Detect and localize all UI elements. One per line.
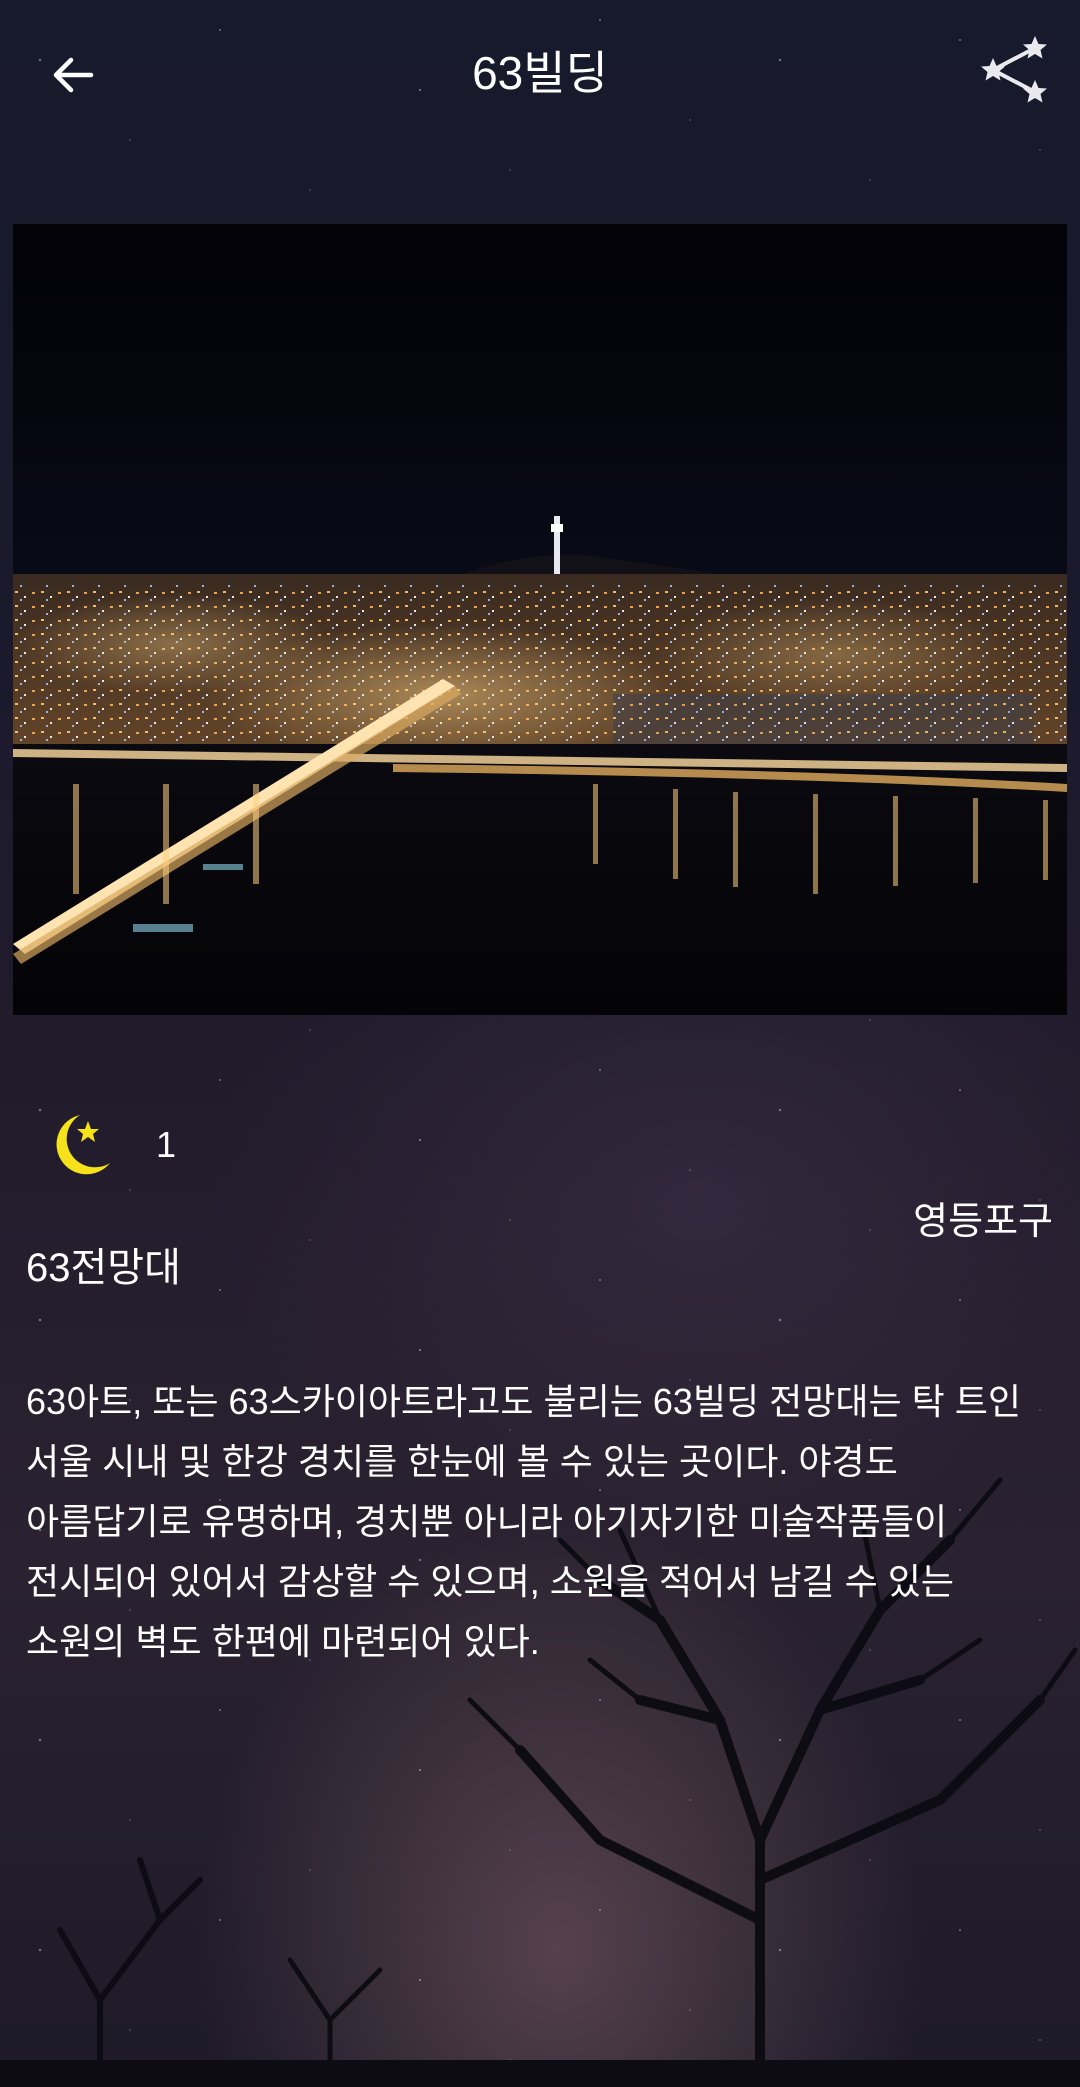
moon-star-icon — [56, 1115, 110, 1175]
description-line: 서울 시내 및 한강 경치를 한눈에 볼 수 있는 곳이다. 야경도 — [26, 1441, 898, 1482]
place-name: 63전망대 — [26, 1246, 181, 1290]
description-line: 아름답기로 유명하며, 경치뿐 아니라 아기자기한 미술작품들이 — [26, 1501, 948, 1542]
description-line: 소원의 벽도 한편에 마련되어 있다. — [26, 1621, 540, 1662]
description-line: 63아트, 또는 63스카이아트라고도 불리는 63빌딩 전망대는 탁 트인 — [26, 1381, 1022, 1422]
district-label: 영등포구 — [913, 1201, 1053, 1243]
arrow-left-icon — [53, 57, 94, 93]
rating-count: 1 — [156, 1124, 177, 1165]
back-button[interactable] — [38, 40, 108, 110]
app-header: 63빌딩 — [0, 0, 1080, 150]
rating-row: 1 — [40, 1100, 176, 1190]
place-description: 63아트, 또는 63스카이아트라고도 불리는 63빌딩 전망대는 탁 트인 서… — [26, 1372, 1056, 1672]
page-title: 63빌딩 — [472, 47, 608, 99]
description-line: 전시되어 있어서 감상할 수 있으며, 소원을 적어서 남길 수 있는 — [26, 1561, 955, 1602]
share-icon — [981, 36, 1047, 103]
night-city-photo — [13, 224, 1067, 1015]
share-button[interactable] — [975, 30, 1055, 110]
